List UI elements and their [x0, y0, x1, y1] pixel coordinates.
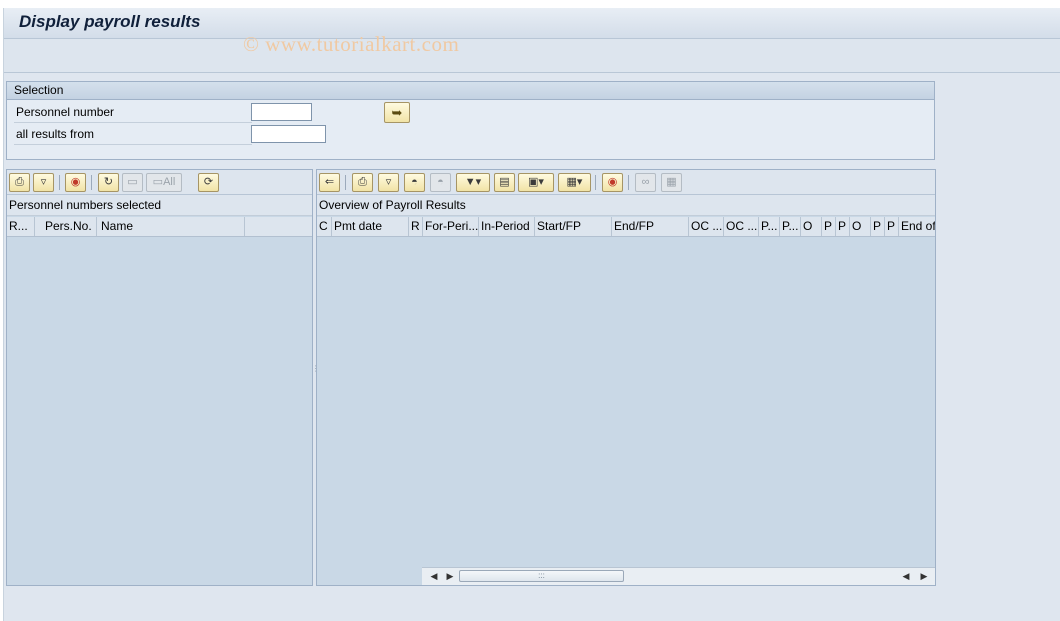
column-header[interactable]: Start/FP — [535, 217, 612, 236]
column-header[interactable]: P — [885, 217, 899, 236]
column-header[interactable]: R — [409, 217, 423, 236]
color-legend-button[interactable]: ◉ — [602, 173, 623, 192]
right-toolbar: ⇐ ⎙ ▿ ◓ ◓ ▼▾ ▤ ▣▾ ▦▾ ◉ ∞ ▦ — [317, 170, 935, 195]
color-legend-icon: ◉ — [607, 176, 618, 188]
all-results-from-label: all results from — [14, 125, 252, 145]
scroll-right-icon[interactable]: ▶ — [444, 570, 456, 582]
toolbar-separator — [59, 175, 60, 190]
scroll-left-icon[interactable]: ◀ — [900, 570, 912, 582]
right-column-header: C Pmt date R For-Peri... In-Period Start… — [317, 217, 935, 237]
left-column-header: R... Pers.No. Name — [7, 217, 312, 237]
scroll-right-icon[interactable]: ▶ — [918, 570, 930, 582]
find-next-icon: ◓ — [437, 176, 444, 188]
column-header[interactable]: O — [850, 217, 871, 236]
panel-splitter[interactable]: ⋮ — [312, 365, 320, 386]
print-button[interactable]: ⎙ — [352, 173, 373, 192]
color-legend-icon: ◉ — [70, 176, 81, 188]
column-header[interactable]: Pers.No. — [35, 217, 97, 236]
filter-icon: ▿ — [385, 176, 392, 188]
back-icon: ⇐ — [324, 176, 335, 188]
column-header[interactable]: Pmt date — [332, 217, 409, 236]
toolbar-separator — [595, 175, 596, 190]
selection-header: Selection — [7, 82, 934, 100]
layout-icon: ▦▾ — [566, 176, 583, 188]
column-header[interactable]: In-Period — [479, 217, 535, 236]
column-header[interactable]: P — [822, 217, 836, 236]
personnel-number-input[interactable] — [251, 103, 312, 121]
column-header[interactable]: C — [317, 217, 332, 236]
personnel-numbers-panel: ⎙ ▿ ◉ ↻ ▭ ▭All ⟳ Personnel numbers selec… — [6, 169, 313, 586]
right-panel-title: Overview of Payroll Results — [317, 195, 935, 216]
left-toolbar: ⎙ ▿ ◉ ↻ ▭ ▭All ⟳ — [7, 170, 312, 195]
print-icon: ⎙ — [358, 176, 367, 188]
select-all-icon: ↻ — [103, 176, 114, 188]
column-header[interactable]: P... — [759, 217, 780, 236]
filter-icon: ▿ — [40, 176, 47, 188]
delete-button[interactable]: ▭ — [122, 173, 143, 192]
watermark: © www.tutorialkart.com — [243, 32, 460, 56]
filter-button[interactable]: ▿ — [33, 173, 54, 192]
print-preview-icon: ▤ — [499, 176, 510, 188]
color-legend-button[interactable]: ◉ — [65, 173, 86, 192]
find-icon: ◓ — [411, 176, 418, 188]
export-button[interactable]: ▣▾ — [518, 173, 554, 192]
scroll-thumb[interactable]: ::: — [459, 570, 624, 582]
refresh-icon: ⟳ — [203, 176, 214, 188]
layout-button[interactable]: ▦▾ — [558, 173, 591, 192]
left-panel-title: Personnel numbers selected — [7, 195, 312, 216]
glasses-button[interactable]: ∞ — [635, 173, 656, 192]
column-header[interactable]: P — [871, 217, 885, 236]
page-title: Display payroll results — [19, 12, 201, 31]
print-icon: ⎙ — [15, 176, 24, 188]
column-header[interactable]: P... — [780, 217, 801, 236]
horizontal-scrollbar[interactable]: ◀ ▶ ::: ◀ ▶ — [422, 567, 935, 585]
delete-all-button[interactable]: ▭All — [146, 173, 182, 192]
selection-group: Selection Personnel number all results f… — [6, 81, 935, 160]
filter-button[interactable]: ▿ — [378, 173, 399, 192]
column-header[interactable]: P — [836, 217, 850, 236]
set-filter-icon: ▼▾ — [464, 176, 482, 188]
delete-all-label: All — [163, 176, 176, 188]
column-header[interactable]: End of — [899, 217, 935, 236]
title-bar: Display payroll results — [4, 8, 1060, 39]
print-button[interactable]: ⎙ — [9, 173, 30, 192]
column-header[interactable]: O — [801, 217, 822, 236]
toolbar-separator — [628, 175, 629, 190]
toolbar-separator — [91, 175, 92, 190]
set-filter-button[interactable]: ▼▾ — [456, 173, 490, 192]
execute-button[interactable]: ➥ — [384, 102, 410, 123]
delete-all-icon: ▭ — [152, 176, 164, 188]
column-header[interactable]: R... — [7, 217, 35, 236]
column-header[interactable]: OC ... — [724, 217, 759, 236]
glasses-icon: ∞ — [641, 176, 650, 188]
personnel-number-label: Personnel number — [14, 103, 252, 123]
payroll-results-panel: ⇐ ⎙ ▿ ◓ ◓ ▼▾ ▤ ▣▾ ▦▾ ◉ ∞ ▦ Overview of P… — [316, 169, 936, 586]
select-all-button[interactable]: ↻ — [98, 173, 119, 192]
find-next-button[interactable]: ◓ — [430, 173, 451, 192]
application-toolbar — [4, 39, 1060, 73]
columns-icon: ▦ — [666, 176, 677, 188]
columns-button[interactable]: ▦ — [661, 173, 682, 192]
execute-arrow-icon: ➥ — [391, 105, 403, 120]
find-button[interactable]: ◓ — [404, 173, 425, 192]
column-header[interactable]: OC ... — [689, 217, 724, 236]
print-preview-button[interactable]: ▤ — [494, 173, 515, 192]
toolbar-separator — [345, 175, 346, 190]
column-header[interactable]: End/FP — [612, 217, 689, 236]
export-icon: ▣▾ — [528, 176, 544, 188]
column-header[interactable]: Name — [97, 217, 245, 236]
all-results-from-input[interactable] — [251, 125, 326, 143]
scroll-left-icon[interactable]: ◀ — [428, 570, 440, 582]
delete-icon: ▭ — [127, 176, 138, 188]
refresh-button[interactable]: ⟳ — [198, 173, 219, 192]
back-button[interactable]: ⇐ — [319, 173, 340, 192]
column-header[interactable]: For-Peri... — [423, 217, 479, 236]
